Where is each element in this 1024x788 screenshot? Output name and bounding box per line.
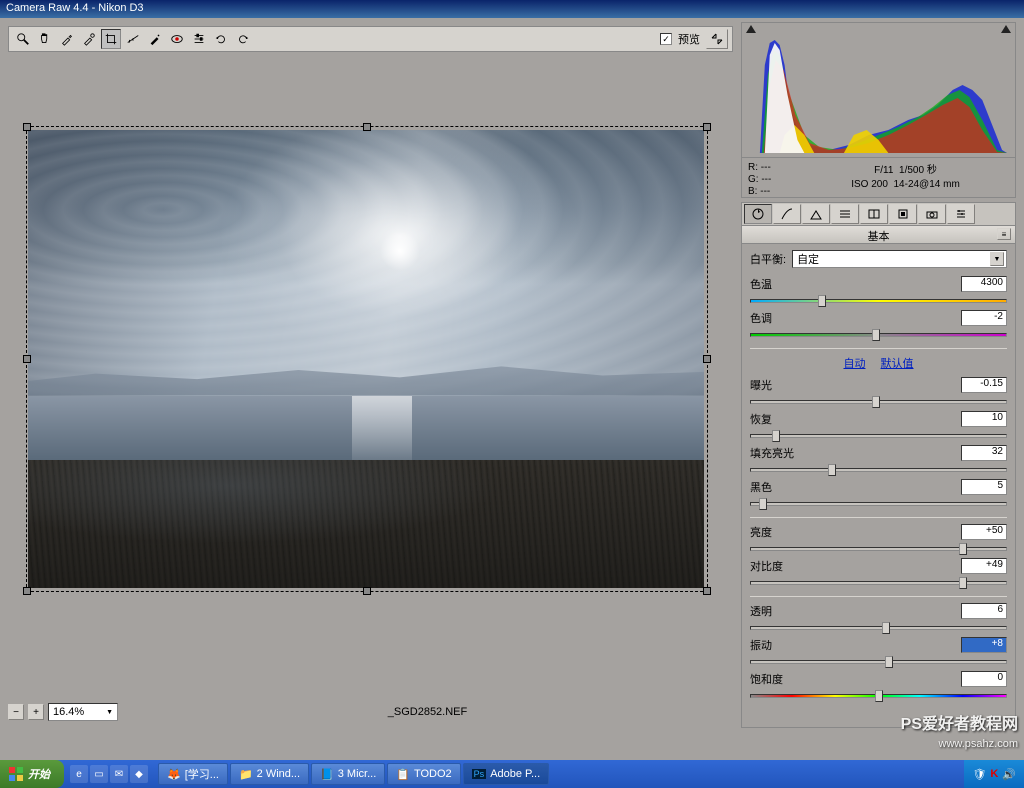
preview-area[interactable]: [8, 60, 733, 694]
retouch-tool-icon[interactable]: [145, 29, 165, 49]
tab-basic[interactable]: [744, 204, 772, 224]
recovery-input[interactable]: 10: [961, 411, 1007, 427]
system-tray[interactable]: 🛡 K 🔊: [964, 760, 1024, 788]
fill-label: 填充亮光: [750, 445, 810, 461]
clarity-label: 透明: [750, 603, 800, 619]
wb-label: 白平衡:: [750, 251, 786, 267]
fill-slider[interactable]: [750, 463, 1007, 477]
filename-label: _SGD2852.NEF: [122, 706, 733, 718]
vibrance-input[interactable]: +8: [961, 637, 1007, 653]
fullscreen-button[interactable]: [706, 29, 728, 49]
histogram: [741, 22, 1016, 158]
clarity-input[interactable]: 6: [961, 603, 1007, 619]
blacks-label: 黑色: [750, 479, 800, 495]
task-btn-5[interactable]: PsAdobe P...: [463, 763, 549, 785]
color-sampler-tool-icon[interactable]: [79, 29, 99, 49]
blacks-input[interactable]: 5: [961, 479, 1007, 495]
wb-dropdown[interactable]: 自定 ▼: [792, 250, 1007, 268]
tray-vol-icon[interactable]: 🔊: [1002, 768, 1016, 781]
recovery-slider[interactable]: [750, 429, 1007, 443]
panel-tabs: [741, 202, 1016, 226]
shadow-clip-icon[interactable]: [746, 25, 756, 33]
tab-split[interactable]: [860, 204, 888, 224]
toolbar: ✓ 预览: [8, 26, 733, 52]
contrast-label: 对比度: [750, 558, 800, 574]
blacks-slider[interactable]: [750, 497, 1007, 511]
sat-label: 饱和度: [750, 671, 800, 687]
exposure-slider[interactable]: [750, 395, 1007, 409]
tint-input[interactable]: -2: [961, 310, 1007, 326]
basic-panel: 白平衡: 自定 ▼ 色温 4300 色调 -2 自动 默认值: [741, 244, 1016, 728]
tray-icon[interactable]: 🛡: [972, 768, 986, 781]
task-btn-4[interactable]: 📋TODO2: [387, 763, 460, 785]
sat-slider[interactable]: [750, 689, 1007, 703]
recovery-label: 恢复: [750, 411, 800, 427]
tab-presets[interactable]: [947, 204, 975, 224]
vibrance-label: 振动: [750, 637, 800, 653]
bright-label: 亮度: [750, 524, 800, 540]
default-link[interactable]: 默认值: [881, 358, 914, 370]
chevron-down-icon: ▼: [990, 252, 1004, 266]
preview-label: 预览: [678, 31, 700, 47]
fill-input[interactable]: 32: [961, 445, 1007, 461]
rotate-ccw-icon[interactable]: [211, 29, 231, 49]
highlight-clip-icon[interactable]: [1001, 25, 1011, 33]
contrast-slider[interactable]: [750, 576, 1007, 590]
tab-camera[interactable]: [918, 204, 946, 224]
exposure-label: 曝光: [750, 377, 800, 393]
task-btn-1[interactable]: 🦊[学习...: [158, 763, 228, 785]
task-buttons: 🦊[学习... 📁2 Wind... 📘3 Micr... 📋TODO2 PsA…: [154, 763, 964, 785]
contrast-input[interactable]: +49: [961, 558, 1007, 574]
temp-slider[interactable]: [750, 294, 1007, 308]
exposure-input[interactable]: -0.15: [961, 377, 1007, 393]
tab-curve[interactable]: [773, 204, 801, 224]
eyedropper-tool-icon[interactable]: [57, 29, 77, 49]
tab-hsl[interactable]: [831, 204, 859, 224]
straighten-tool-icon[interactable]: [123, 29, 143, 49]
rotate-cw-icon[interactable]: [233, 29, 253, 49]
prefs-tool-icon[interactable]: [189, 29, 209, 49]
tray-k-icon[interactable]: K: [990, 768, 998, 780]
task-btn-3[interactable]: 📘3 Micr...: [311, 763, 385, 785]
taskbar: 开始 e ▭ ✉ ◆ 🦊[学习... 📁2 Wind... 📘3 Micr...…: [0, 760, 1024, 788]
task-btn-2[interactable]: 📁2 Wind...: [230, 763, 309, 785]
auto-link[interactable]: 自动: [843, 358, 865, 370]
sat-input[interactable]: 0: [961, 671, 1007, 687]
zoom-out-button[interactable]: −: [8, 704, 24, 720]
temp-label: 色温: [750, 276, 800, 292]
panel-title: 基本 ≡: [741, 226, 1016, 244]
info-readout: R: --- G: --- B: --- F/11 1/500 秒 ISO 20…: [741, 158, 1016, 198]
zoom-tool-icon[interactable]: [13, 29, 33, 49]
tab-lens[interactable]: [889, 204, 917, 224]
hand-tool-icon[interactable]: [35, 29, 55, 49]
zoom-in-button[interactable]: +: [28, 704, 44, 720]
temp-input[interactable]: 4300: [961, 276, 1007, 292]
window-title: Camera Raw 4.4 - Nikon D3: [6, 2, 144, 14]
clarity-slider[interactable]: [750, 621, 1007, 635]
preview-checkbox[interactable]: ✓: [660, 33, 672, 45]
crop-tool-icon[interactable]: [101, 29, 121, 49]
tint-label: 色调: [750, 310, 800, 326]
footer: 存储图像 打开图像 取消: [0, 732, 1024, 760]
bright-slider[interactable]: [750, 542, 1007, 556]
redeye-tool-icon[interactable]: [167, 29, 187, 49]
vibrance-slider[interactable]: [750, 655, 1007, 669]
bright-input[interactable]: +50: [961, 524, 1007, 540]
panel-menu-icon[interactable]: ≡: [997, 228, 1011, 240]
start-button[interactable]: 开始: [0, 760, 64, 788]
tab-detail[interactable]: [802, 204, 830, 224]
zoom-select[interactable]: 16.4%▼: [48, 703, 118, 721]
crop-overlay[interactable]: [26, 126, 708, 592]
window-titlebar: Camera Raw 4.4 - Nikon D3: [0, 0, 1024, 18]
tint-slider[interactable]: [750, 328, 1007, 342]
